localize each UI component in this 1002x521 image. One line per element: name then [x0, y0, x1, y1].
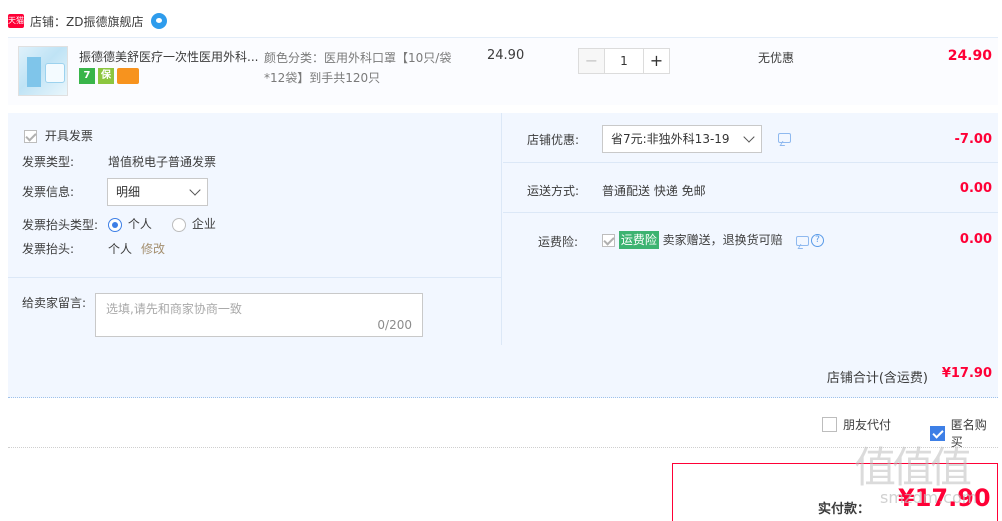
- invoice-edit-link[interactable]: 修改: [141, 240, 165, 257]
- watermark-url: smzdm.com: [880, 488, 978, 507]
- item-promotion: 无优惠: [758, 51, 795, 65]
- seven-day-return-icon: 7: [79, 68, 95, 84]
- invoice-info-select[interactable]: 明细: [107, 178, 208, 206]
- insurance-option: 运费险 卖家赠送，退换货可赔: [602, 231, 783, 249]
- seller-message-input[interactable]: 选填,请先和商家协商一致 0/200: [95, 293, 423, 337]
- shop-discount-row: 店铺优惠: 省7元:非独外科13-19 -7.00: [503, 113, 998, 163]
- service-icons: 7 保: [79, 68, 139, 84]
- shop-name[interactable]: 店铺：ZD振德旗舰店: [30, 13, 143, 30]
- insurance-chat-icon[interactable]: [796, 236, 809, 246]
- invoice-info-label: 发票信息:: [22, 185, 75, 199]
- item-line-total: 24.90: [947, 48, 992, 64]
- guarantee-icon: 保: [98, 68, 114, 84]
- radio-company[interactable]: 企业: [172, 215, 216, 232]
- checkout-options-row: 朋友代付 匿名购买: [8, 410, 998, 449]
- quantity-input[interactable]: 1: [604, 48, 644, 74]
- message-label: 给卖家留言:: [22, 296, 87, 310]
- shop-discount-select[interactable]: 省7元:非独外科13-19: [602, 125, 762, 153]
- payment-label: 实付款：: [818, 502, 871, 517]
- product-sku: 颜色分类：医用外科口罩【10只/袋*12袋】到手共120只: [264, 51, 452, 85]
- shop-total-row: 店铺合计(含运费) ¥17.90: [8, 346, 998, 398]
- watermark-logo: 值值值: [854, 443, 972, 492]
- message-char-counter: 0/200: [377, 318, 412, 332]
- product-title[interactable]: 振德德美舒医疗一次性医用外科...: [79, 48, 259, 65]
- shop-total-value: ¥17.90: [941, 366, 992, 381]
- order-item-row: 振德德美舒医疗一次性医用外科... 7 保 颜色分类：医用外科口罩【10只/袋*…: [8, 37, 998, 105]
- insurance-value: 卖家赠送，退换货可赔: [662, 233, 783, 247]
- radio-personal[interactable]: 个人: [108, 215, 152, 232]
- quantity-decrease-button[interactable]: −: [578, 48, 605, 74]
- invoice-header-value: 个人: [108, 242, 133, 256]
- discount-chat-icon[interactable]: [778, 133, 791, 143]
- invoice-type-value: 增值税电子普通发票: [108, 155, 217, 169]
- invoice-info-value: 明细: [116, 185, 141, 199]
- shop-discount-value: 省7元:非独外科13-19: [611, 132, 730, 146]
- invoice-type-label: 发票类型:: [22, 155, 75, 169]
- invoice-toggle-label: 开具发票: [44, 129, 93, 143]
- radio-company-indicator[interactable]: [172, 217, 186, 232]
- friend-pay-label: 朋友代付: [843, 418, 892, 432]
- shipping-label: 运送方式:: [527, 184, 580, 198]
- product-thumbnail[interactable]: [18, 46, 68, 96]
- unit-price: 24.90: [487, 48, 525, 63]
- insurance-badge: 运费险: [618, 231, 659, 249]
- invoice-checkbox[interactable]: [24, 130, 37, 143]
- shipping-row: 运送方式: 普通配送 快递 免邮 0.00: [503, 163, 998, 213]
- shop-total-label: 店铺合计(含运费): [826, 371, 928, 386]
- quantity-increase-button[interactable]: +: [643, 48, 670, 74]
- shop-discount-label: 店铺优惠:: [527, 133, 580, 147]
- credit-card-icon: [117, 68, 139, 84]
- insurance-label: 运费险:: [538, 235, 579, 249]
- invoice-header-label: 发票抬头:: [22, 242, 75, 256]
- quantity-stepper: − 1 +: [578, 48, 670, 74]
- order-options-panel: 开具发票 发票类型: 增值税电子普通发票 发票信息: 明细 发票抬头类型: 个人…: [8, 113, 998, 371]
- friend-pay-option[interactable]: 朋友代付: [822, 416, 891, 433]
- message-placeholder: 选填,请先和商家协商一致: [106, 302, 242, 316]
- shop-discount-amount: -7.00: [954, 132, 992, 147]
- shop-header: 天猫 店铺：ZD振德旗舰店: [8, 10, 168, 32]
- friend-pay-checkbox[interactable]: [822, 417, 837, 432]
- insurance-row: 运费险: 运费险 卖家赠送，退换货可赔 ? 0.00: [503, 213, 998, 268]
- insurance-checkbox: [602, 234, 615, 247]
- shipping-value: 普通配送 快递 免邮: [602, 184, 706, 198]
- shipping-amount: 0.00: [959, 181, 992, 196]
- invoice-toggle[interactable]: 开具发票: [24, 127, 93, 144]
- chevron-down-icon: [189, 184, 201, 196]
- insurance-amount: 0.00: [959, 232, 992, 247]
- invoice-header-type-label: 发票抬头类型:: [22, 218, 99, 232]
- tmall-badge: 天猫: [8, 14, 24, 28]
- radio-company-label: 企业: [191, 217, 216, 231]
- help-icon[interactable]: ?: [811, 234, 824, 247]
- wangwang-chat-icon[interactable]: [151, 13, 168, 29]
- radio-personal-label: 个人: [127, 217, 152, 231]
- chevron-down-icon: [743, 131, 755, 143]
- radio-personal-indicator[interactable]: [108, 217, 122, 232]
